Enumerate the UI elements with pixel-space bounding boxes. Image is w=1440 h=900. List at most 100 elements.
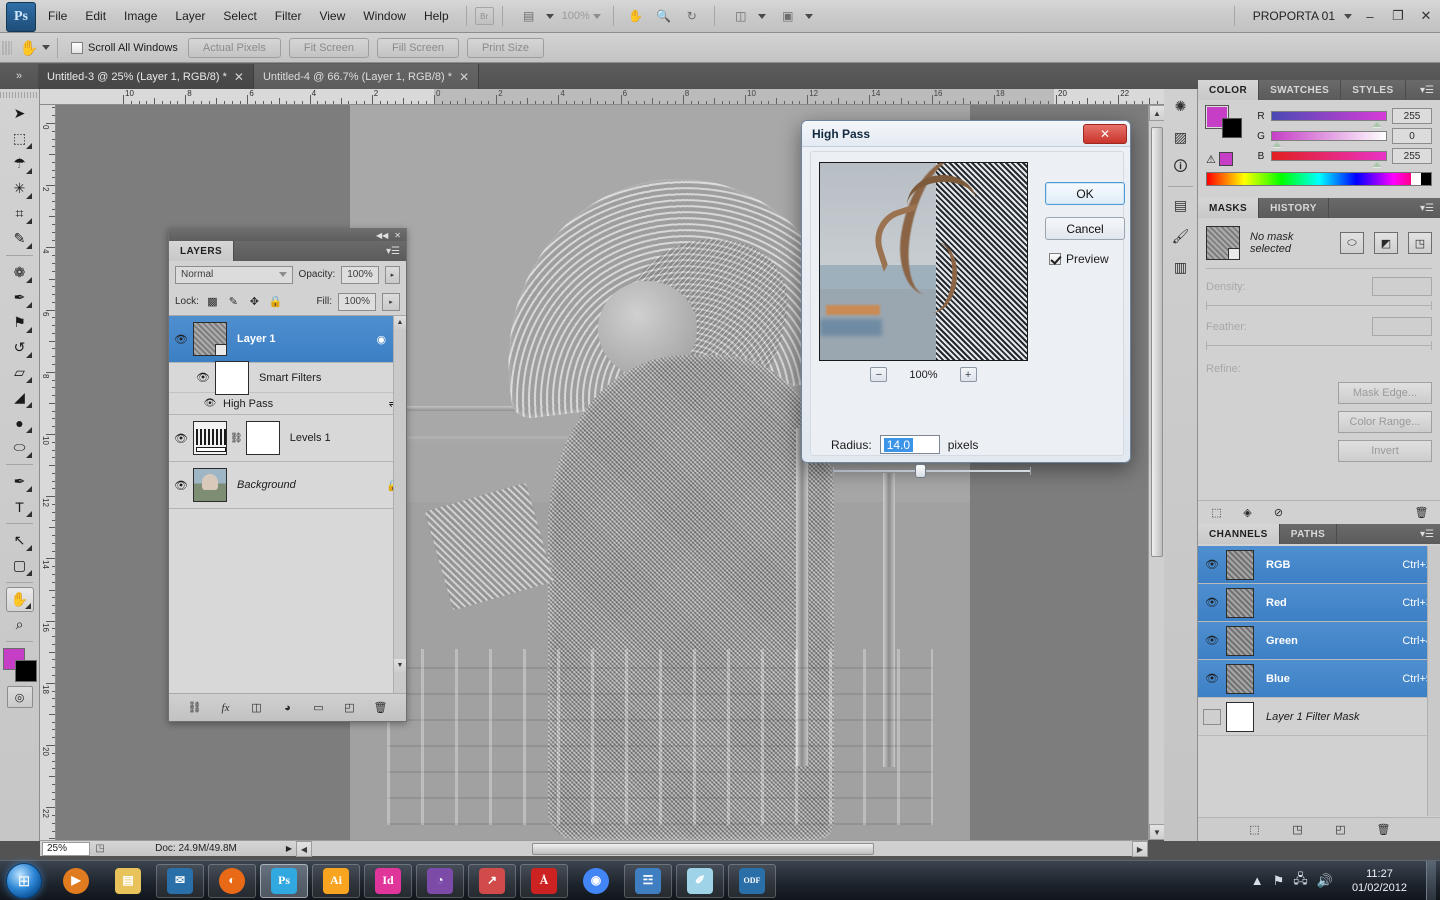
new-channel-icon[interactable]: ◰: [1332, 821, 1349, 838]
density-slider[interactable]: [1206, 301, 1432, 311]
lock-transparent-pixels-icon[interactable]: ▩: [205, 294, 220, 309]
rotate-view-tool-icon[interactable]: ↻: [680, 5, 704, 27]
zoom-tool-icon[interactable]: 🔍: [652, 5, 676, 27]
radius-slider-thumb[interactable]: [915, 464, 926, 478]
eraser-tool-icon[interactable]: ▱: [6, 360, 34, 385]
workspace-switcher[interactable]: PROPORTA 01: [1244, 7, 1355, 25]
mask-edge-button[interactable]: Mask Edge...: [1338, 382, 1432, 404]
zoom-level-button[interactable]: 100%: [559, 8, 604, 24]
screen-mode-button[interactable]: ▣: [771, 3, 816, 29]
close-button[interactable]: ✕: [1412, 5, 1440, 27]
history-brush-tool-icon[interactable]: ↺: [6, 335, 34, 360]
close-panel-icon[interactable]: ✕: [394, 231, 401, 240]
pidgin-taskbar-button[interactable]: ◔: [416, 864, 464, 898]
gamut-alternate-swatch[interactable]: [1219, 152, 1233, 166]
layers-panel[interactable]: ◀◀ ✕ LAYERS ▾☰ Normal Opacity: 100% ▸ Lo…: [168, 228, 407, 722]
green-slider[interactable]: [1271, 131, 1387, 141]
options-bar-grip[interactable]: [2, 37, 12, 59]
channel-visibility-box[interactable]: [1203, 709, 1221, 725]
thunderbird-taskbar-button[interactable]: ✉: [156, 864, 204, 898]
document-tab-untitled-4[interactable]: Untitled-4 @ 66.7% (Layer 1, RGB/8) * ✕: [254, 64, 479, 89]
invert-button[interactable]: Invert: [1338, 440, 1432, 462]
add-layer-mask-icon[interactable]: ◫: [248, 699, 265, 716]
load-channel-as-selection-icon[interactable]: ⬚: [1246, 821, 1263, 838]
photoshop-logo-icon[interactable]: Ps: [6, 2, 36, 32]
channel-thumbnail[interactable]: [1226, 626, 1254, 656]
menu-edit[interactable]: Edit: [76, 4, 115, 28]
acrobat-reader-taskbar-button[interactable]: Å: [520, 864, 568, 898]
fit-screen-button[interactable]: Fit Screen: [289, 38, 369, 58]
color-swatches[interactable]: [3, 648, 37, 682]
high-pass-dialog-titlebar[interactable]: High Pass: [802, 121, 1130, 147]
channel-row[interactable]: Layer 1 Filter Mask: [1198, 698, 1440, 736]
menu-image[interactable]: Image: [115, 4, 166, 28]
tools-panel-grip[interactable]: [0, 91, 39, 99]
layer-visibility-icon[interactable]: 👁: [169, 333, 193, 346]
background-color-swatch[interactable]: [15, 660, 37, 682]
smart-filters-mask-thumbnail[interactable]: [215, 361, 249, 395]
crop-tool-icon[interactable]: ⌗: [6, 201, 34, 226]
channel-row[interactable]: 👁BlueCtrl+5: [1198, 660, 1440, 698]
clone-stamp-tool-icon[interactable]: ⚑: [6, 310, 34, 335]
firefox-taskbar-button[interactable]: ◐: [208, 864, 256, 898]
lock-all-icon[interactable]: 🔒: [268, 294, 283, 309]
quick-selection-tool-icon[interactable]: ✳: [6, 176, 34, 201]
masks-panel-menu-icon[interactable]: ▾☰: [1414, 198, 1440, 218]
background-visibility-icon[interactable]: 👁: [169, 479, 193, 492]
link-mask-icon[interactable]: ⛓: [230, 433, 243, 444]
red-value-input[interactable]: 255: [1392, 108, 1432, 124]
mini-bridge-icon[interactable]: ✺: [1168, 92, 1194, 120]
tab-channels[interactable]: CHANNELS: [1198, 524, 1280, 544]
cancel-button[interactable]: Cancel: [1045, 217, 1125, 240]
odf-document-taskbar-button[interactable]: ODF: [728, 864, 776, 898]
lock-position-icon[interactable]: ✥: [247, 294, 262, 309]
new-adjustment-layer-icon[interactable]: ◕: [279, 699, 296, 716]
close-icon[interactable]: ✕: [234, 70, 244, 84]
quick-mask-icon[interactable]: ◎: [7, 686, 33, 708]
notepad-taskbar-button[interactable]: ✐: [676, 864, 724, 898]
feather-slider[interactable]: [1206, 341, 1432, 351]
type-tool-icon[interactable]: T: [6, 494, 34, 519]
tool-preset-chevron-icon[interactable]: [42, 45, 50, 50]
layer-row-layer-1[interactable]: 👁 Layer 1 ◉ ▲: [169, 316, 406, 363]
apply-mask-icon[interactable]: ◈: [1239, 504, 1256, 521]
arrange-documents-button[interactable]: ◫: [724, 3, 769, 29]
windows-explorer-taskbar-button[interactable]: ▤: [104, 864, 152, 898]
tab-masks[interactable]: MASKS: [1198, 198, 1259, 218]
fill-stepper[interactable]: ▸: [382, 293, 400, 311]
delete-layer-icon[interactable]: 🗑: [372, 699, 389, 716]
spot-healing-brush-tool-icon[interactable]: ❁: [6, 260, 34, 285]
add-pixel-mask-icon[interactable]: ⬭: [1340, 232, 1364, 254]
channels-scrollbar[interactable]: [1427, 546, 1440, 816]
white-swatch[interactable]: [1411, 173, 1421, 185]
dodge-tool-icon[interactable]: ⬭: [6, 435, 34, 460]
new-group-icon[interactable]: ▭: [310, 699, 327, 716]
current-tool-icon[interactable]: ✋: [16, 36, 42, 60]
tab-styles[interactable]: STYLES: [1341, 80, 1405, 100]
color-panel-menu-icon[interactable]: ▾☰: [1414, 80, 1440, 100]
layer-row-levels-1[interactable]: 👁 ⛓ Levels 1: [169, 415, 406, 462]
illustrator-taskbar-button[interactable]: Ai: [312, 864, 360, 898]
scroll-right-icon[interactable]: ▶: [1132, 841, 1148, 857]
masks-panel[interactable]: MASKS HISTORY ▾☰ No mask selected ⬭ ◩ ◳: [1198, 198, 1440, 524]
disable-mask-icon[interactable]: ⊘: [1270, 504, 1287, 521]
histogram-icon[interactable]: ▨: [1168, 123, 1194, 151]
hand-tool-icon[interactable]: ✋: [6, 587, 34, 612]
ok-button[interactable]: OK: [1045, 182, 1125, 205]
high-pass-visibility-icon[interactable]: 👁: [201, 398, 219, 409]
adjustments-icon[interactable]: ▥: [1168, 253, 1194, 281]
green-value-input[interactable]: 0: [1392, 128, 1432, 144]
mask-thumbnail[interactable]: [1206, 226, 1240, 260]
brush-tool-icon[interactable]: ✒: [6, 285, 34, 310]
layer-thumbnail[interactable]: [193, 322, 227, 356]
channel-row[interactable]: 👁RedCtrl+3: [1198, 584, 1440, 622]
network-icon[interactable]: 🖧: [1293, 870, 1308, 892]
layers-list-scrollbar[interactable]: ▲ ▼: [393, 316, 406, 693]
print-size-button[interactable]: Print Size: [467, 38, 544, 58]
swatch-strip-icon[interactable]: ▤: [1168, 191, 1194, 219]
color-range-button[interactable]: Color Range...: [1338, 411, 1432, 433]
panel-menu-icon[interactable]: ▾☰: [380, 241, 406, 261]
minimize-button[interactable]: –: [1356, 5, 1384, 27]
opacity-stepper[interactable]: ▸: [385, 266, 400, 284]
smart-filter-toggle-icon[interactable]: ◉: [376, 333, 386, 346]
